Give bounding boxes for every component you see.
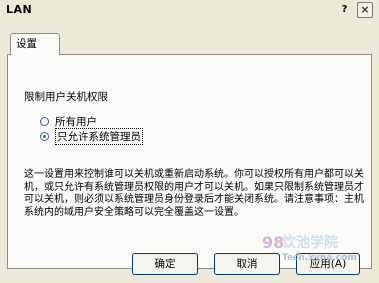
window-title: LAN bbox=[6, 3, 33, 16]
watermark-logo: 98 bbox=[262, 233, 285, 252]
radio-admins-only[interactable]: 只允许系统管理员 bbox=[40, 127, 143, 145]
tab-settings[interactable]: 设置 bbox=[10, 33, 60, 55]
help-icon[interactable]: ? bbox=[338, 3, 351, 16]
ok-button[interactable]: 确定 bbox=[132, 253, 198, 275]
radio-admins-only-label[interactable]: 只允许系统管理员 bbox=[55, 127, 143, 145]
watermark-text: 饮池学院 bbox=[282, 235, 338, 251]
radio-all-users-label[interactable]: 所有用户 bbox=[55, 114, 97, 129]
radio-all-users[interactable]: 所有用户 bbox=[40, 114, 97, 128]
title-bar: LAN ? × bbox=[0, 0, 379, 20]
section-title: 限制用户关机权限 bbox=[24, 91, 108, 103]
watermark: 98 饮池学院 Tech.xvna.com bbox=[262, 231, 372, 271]
close-icon[interactable]: × bbox=[357, 2, 373, 18]
watermark-url: Tech.xvna.com bbox=[282, 253, 357, 263]
radio-button-checked-icon[interactable] bbox=[40, 131, 49, 141]
radio-button-icon[interactable] bbox=[40, 116, 49, 126]
description-text: 这一设置用来控制谁可以关机或重新启动系统。你可以授权所有用户都可以关机，或只允许… bbox=[24, 169, 364, 218]
